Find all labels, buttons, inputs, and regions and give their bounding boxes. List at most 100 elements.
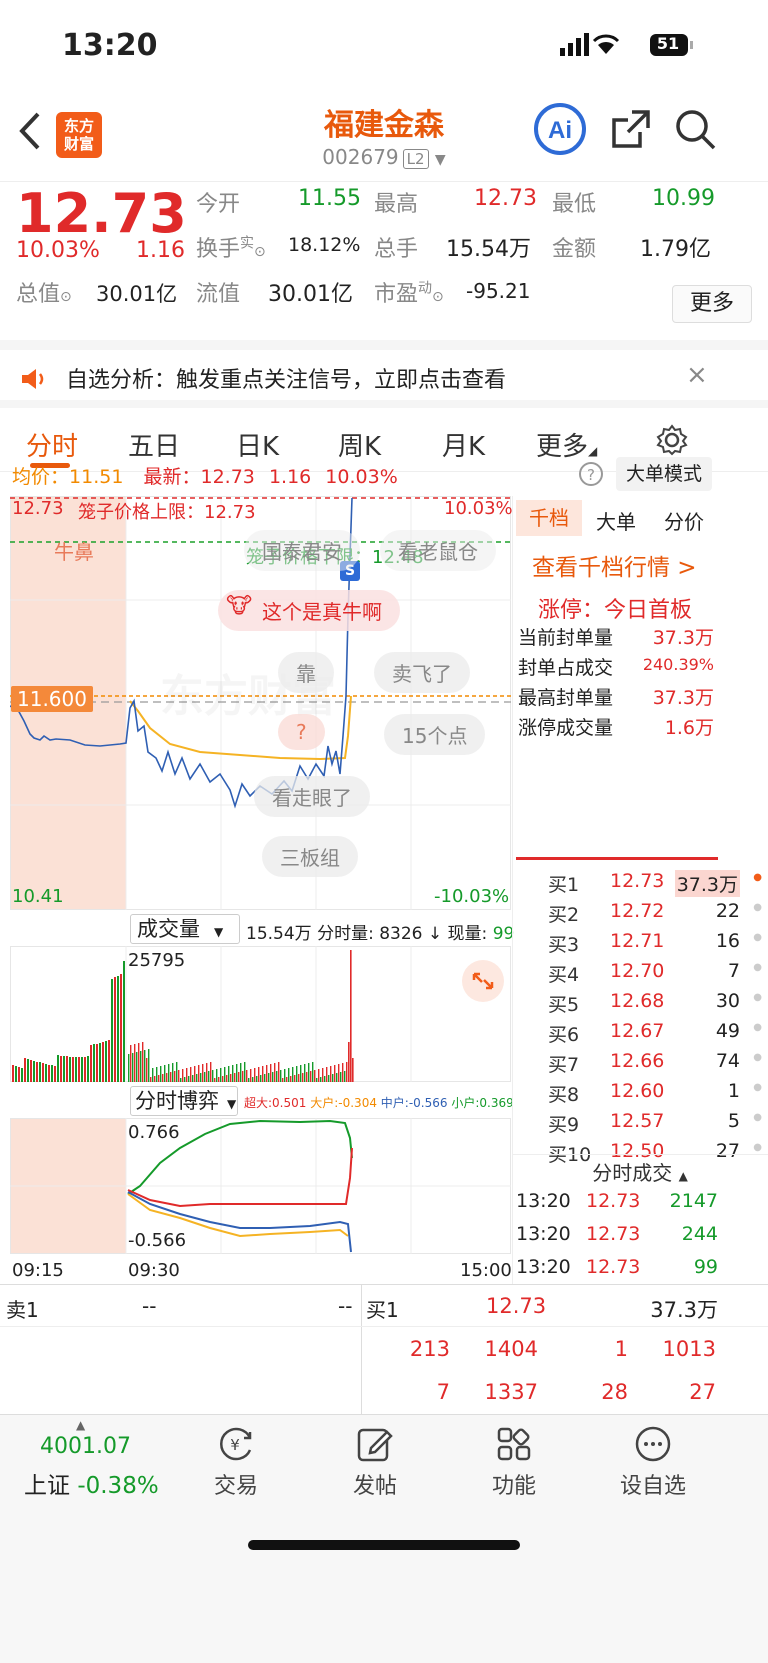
volume-bar [150, 1077, 152, 1082]
order-book-row[interactable]: 买6 12.67 49 ● [546, 1016, 768, 1047]
game-bottom-label: -0.566 [128, 1230, 187, 1251]
book-price: 12.73 [610, 870, 665, 892]
trade-price: 12.73 [586, 1190, 641, 1212]
volume-bar [72, 1057, 74, 1082]
more-button[interactable]: 更多 [672, 285, 752, 323]
tab-weekly-k[interactable]: 周K [338, 426, 381, 463]
comment-bubble[interactable]: 看老鼠仓 [380, 530, 496, 571]
stock-code[interactable]: 002679 L2 ▼ [0, 145, 768, 169]
big-order-mode-button[interactable]: 大单模式 [616, 457, 712, 491]
order-book-row[interactable]: 买1 12.73 37.3万 ● [546, 866, 768, 897]
volume-bar [45, 1064, 47, 1082]
volume-label: 总手 [374, 237, 419, 262]
volume-bar [310, 1071, 312, 1082]
comment-bubble[interactable]: ? [278, 714, 325, 750]
summary-cell: 1337 [484, 1380, 538, 1404]
comment-bubble[interactable]: 国泰君安 [244, 530, 360, 571]
order-book-row[interactable]: 买3 12.71 16 ● [546, 926, 768, 957]
order-book-row[interactable]: 买7 12.66 74 ● [546, 1046, 768, 1077]
signal-wifi-battery-icon [560, 33, 693, 56]
share-icon[interactable] [610, 108, 652, 150]
volume-bar [108, 1040, 110, 1082]
nav-post[interactable]: 发帖 [315, 1424, 435, 1500]
mktcap-value: 30.01亿 [96, 282, 178, 306]
nav-function[interactable]: 功能 [454, 1424, 574, 1500]
volume-bar [39, 1062, 41, 1082]
comment-bubble-featured[interactable]: 🐮 这个是真牛啊 [218, 590, 400, 631]
help-icon[interactable]: ? [578, 461, 604, 487]
trades-header[interactable]: 分时成交 ▲ [512, 1154, 768, 1185]
comment-bubble[interactable]: 牛鼻 [36, 530, 112, 571]
order-book-row[interactable]: 买4 12.70 7 ● [546, 956, 768, 987]
volume-bar [138, 1043, 140, 1082]
book-price: 12.60 [610, 1080, 665, 1102]
summary-cell: 1 [614, 1337, 628, 1361]
order-book-row[interactable]: 买9 12.57 5 ● [546, 1106, 768, 1137]
game-stats: 超大:0.501 大户:-0.304 中户:-0.566 小户:0.369 [244, 1096, 514, 1110]
side-tab-qiandang[interactable]: 千档 [516, 500, 582, 536]
tab-more[interactable]: 更多◢ [536, 426, 597, 463]
volume-selector[interactable]: 成交量 ▼ [130, 914, 240, 944]
volume-bar [214, 1078, 216, 1082]
summary-sell-price: -- [142, 1294, 157, 1318]
open-label: 今开 [196, 192, 241, 217]
expand-icon[interactable] [462, 960, 504, 1002]
chart-low-price: 10.41 [12, 886, 64, 907]
mktcap-label: 总值⊙ [16, 282, 72, 307]
volume-bar [168, 1064, 170, 1082]
index-value[interactable]: 4001.07 [40, 1434, 131, 1459]
order-book-row[interactable]: 买2 12.72 22 ● [546, 896, 768, 927]
float-label: 流值 [196, 282, 241, 307]
side-tab-dadan[interactable]: 大单 [596, 506, 636, 535]
side-row-value: 37.3万 [652, 687, 714, 709]
volume-bar [264, 1074, 266, 1082]
nav-add-watchlist[interactable]: 设自选 [593, 1424, 713, 1500]
comment-bubble[interactable]: 卖飞了 [374, 652, 470, 693]
side-row-value: 37.3万 [652, 627, 714, 649]
more-dots-icon [635, 1426, 671, 1462]
game-selector[interactable]: 分时博弈 ▼ [130, 1086, 238, 1116]
volume-bar [33, 1061, 35, 1082]
trade-row: 13:20 12.73 99 [516, 1252, 718, 1283]
volume-bar [334, 1065, 336, 1082]
volume-bar [258, 1067, 260, 1082]
settings-gear-icon[interactable] [656, 424, 688, 456]
open-value: 11.55 [298, 186, 361, 211]
volume-bar [96, 1044, 98, 1082]
volume-bar [99, 1043, 101, 1082]
search-icon[interactable] [674, 108, 716, 150]
tab-5day[interactable]: 五日 [128, 426, 180, 463]
trade-time: 13:20 [516, 1256, 571, 1278]
notice-bar[interactable]: 自选分析：触发重点关注信号，立即点击查看 × [0, 340, 768, 408]
comment-bubble[interactable]: 三板组 [262, 836, 358, 877]
comment-bubble[interactable]: 靠 [278, 652, 334, 693]
tab-daily-k[interactable]: 日K [236, 426, 279, 463]
volume-bar [164, 1065, 166, 1082]
order-book-row[interactable]: 买8 12.60 1 ● [546, 1076, 768, 1107]
svg-text:?: ? [587, 466, 595, 484]
book-dot-icon: ● [753, 932, 762, 943]
summary-cell: 7 [436, 1380, 450, 1404]
tab-monthly-k[interactable]: 月K [442, 426, 485, 463]
notice-close-icon[interactable]: × [686, 360, 708, 390]
volume-bar [322, 1068, 324, 1082]
high-value: 12.73 [474, 186, 537, 211]
book-dot-icon: ● [753, 1082, 762, 1093]
comment-bubble[interactable]: 15个点 [384, 714, 486, 755]
side-tab-fenjia[interactable]: 分价 [664, 506, 704, 535]
comment-bubble[interactable]: 看走眼了 [254, 776, 370, 817]
trade-price: 12.73 [586, 1256, 641, 1278]
low-value: 10.99 [652, 186, 715, 211]
view-qiandang-link[interactable]: 查看千档行情 > [532, 548, 697, 582]
volume-bar [66, 1056, 68, 1082]
tab-intraday[interactable]: 分时 [26, 426, 78, 463]
ai-icon[interactable]: Ai [533, 102, 587, 156]
nav-trade[interactable]: ¥ 交易 [176, 1424, 296, 1500]
reference-price-tag: 11.600 [11, 686, 93, 712]
book-dot-icon: ● [753, 1052, 762, 1063]
volume-bar [278, 1062, 280, 1082]
volume-bar [48, 1065, 50, 1082]
index-quote[interactable]: 上证 -0.38% [24, 1466, 159, 1500]
volume-bar [268, 1073, 270, 1082]
order-book-row[interactable]: 买5 12.68 30 ● [546, 986, 768, 1017]
